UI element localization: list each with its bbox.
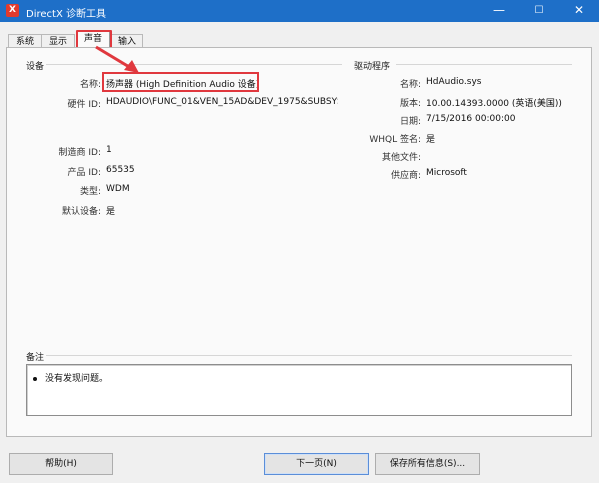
bullet-icon (33, 376, 37, 381)
notes-item-text: 没有发现问题。 (45, 374, 109, 384)
save-all-info-button[interactable]: 保存所有信息(S)... (375, 453, 480, 475)
help-button[interactable]: 帮助(H) (9, 453, 113, 475)
notes-list-item: 没有发现问题。 (33, 371, 108, 384)
notes-list-box[interactable]: 没有发现问题。 (26, 364, 572, 416)
notes-group-divider (46, 355, 572, 356)
notes-group-title: 备注 (26, 353, 45, 363)
next-page-button[interactable]: 下一页(N) (264, 453, 369, 475)
